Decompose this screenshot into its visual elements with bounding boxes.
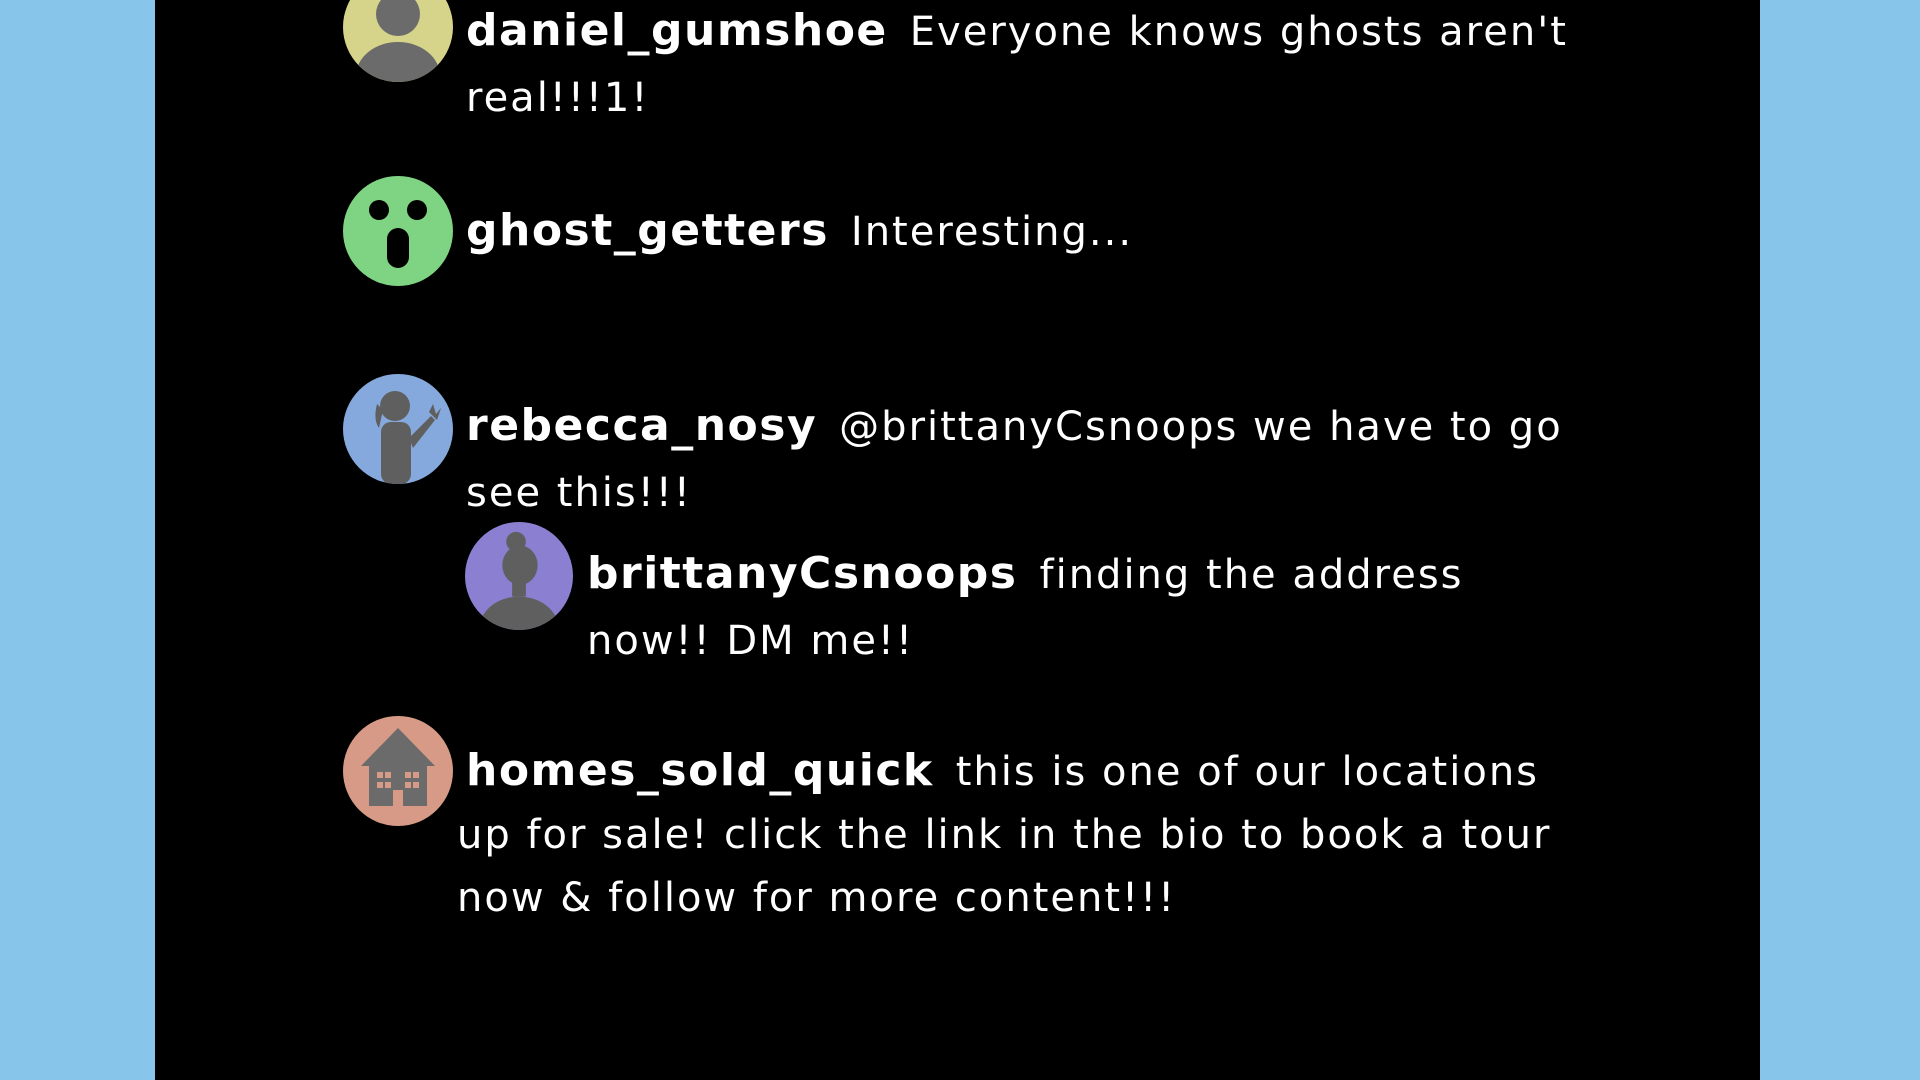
avatar-homes-sold-quick[interactable] — [343, 716, 453, 826]
woman-waving-icon — [343, 374, 453, 484]
avatar-rebecca-nosy[interactable] — [343, 374, 453, 484]
comment-message: Interesting... — [850, 209, 1134, 255]
comment-username[interactable]: rebecca_nosy — [466, 400, 817, 451]
avatar-ghost-getters[interactable] — [343, 176, 453, 286]
avatar-brittanycsnoops[interactable] — [465, 522, 573, 630]
comment-username[interactable]: ghost_getters — [466, 205, 829, 256]
comment-username[interactable]: homes_sold_quick — [466, 745, 934, 796]
comment-username[interactable]: daniel_gumshoe — [466, 5, 888, 56]
house-icon — [343, 716, 453, 826]
reply-username[interactable]: brittanyCsnoops — [587, 548, 1018, 599]
woman-profile-icon — [465, 522, 573, 630]
surprised-face-icon — [343, 176, 453, 286]
